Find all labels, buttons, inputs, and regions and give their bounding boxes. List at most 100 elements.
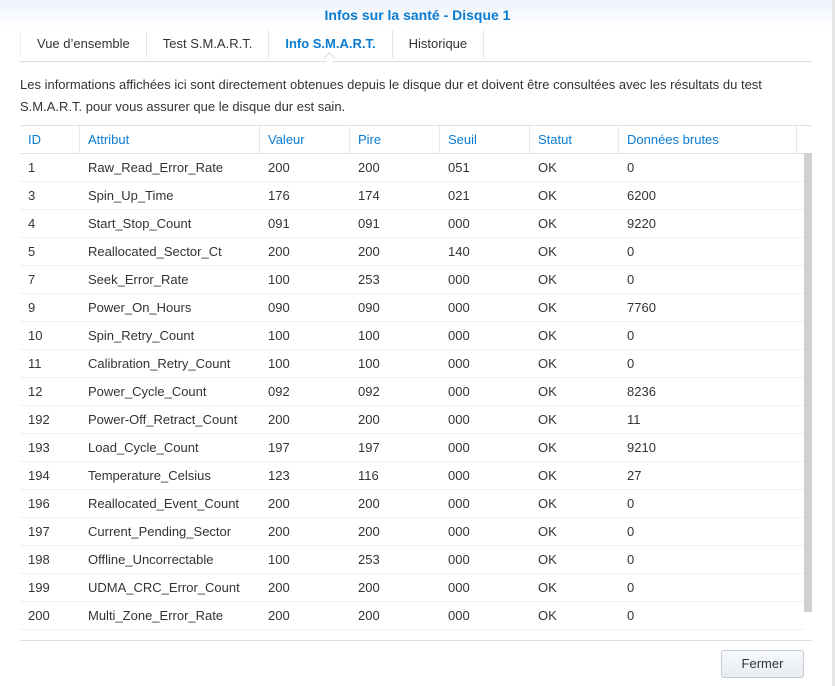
table-cell: 140 — [448, 244, 470, 259]
table-row[interactable]: 198 Offline_Uncorrectable 100 253 000 OK 0 — [20, 546, 804, 574]
column-header[interactable]: Statut — [530, 126, 619, 153]
table-cell: 9 — [28, 300, 36, 315]
table-cell: 196 — [28, 496, 50, 511]
table-cell: Load_Cycle_Count — [88, 440, 199, 455]
tab-history[interactable]: Historique — [393, 30, 485, 58]
table-cell: 000 — [448, 440, 470, 455]
table-row[interactable]: 1 Raw_Read_Error_Rate 200 200 051 OK 0 — [20, 154, 804, 182]
table-row[interactable]: 196 Reallocated_Event_Count 200 200 000 OK 0 — [20, 490, 804, 518]
table-cell: 000 — [448, 328, 470, 343]
table-cell: 000 — [448, 300, 470, 315]
table-cell: 100 — [268, 272, 290, 287]
table-cell: 197 — [358, 440, 380, 455]
table-cell: 091 — [358, 216, 380, 231]
table-row[interactable]: 5 Reallocated_Sector_Ct 200 200 140 OK 0 — [20, 238, 804, 266]
table-cell: 0 — [627, 328, 635, 343]
table-cell: Reallocated_Event_Count — [88, 496, 240, 511]
table-cell: OK — [538, 384, 557, 399]
table-cell: 051 — [448, 160, 470, 175]
table-cell: 200 — [268, 496, 290, 511]
table-cell: 000 — [448, 384, 470, 399]
table-row[interactable]: 3 Spin_Up_Time 176 174 021 OK 6200 — [20, 182, 804, 210]
table-cell: 000 — [448, 412, 470, 427]
scrollbar[interactable] — [804, 153, 812, 612]
table-row[interactable]: 7 Seek_Error_Rate 100 253 000 OK 0 — [20, 266, 804, 294]
table-cell: OK — [538, 356, 557, 371]
table-cell: 200 — [268, 244, 290, 259]
table-cell: 000 — [448, 580, 470, 595]
table-cell: 7 — [28, 272, 36, 287]
table-cell: OK — [538, 300, 557, 315]
table-cell: 000 — [448, 216, 470, 231]
table-cell: 197 — [268, 440, 290, 455]
column-header[interactable]: Valeur — [260, 126, 350, 153]
column-header[interactable]: Seuil — [440, 126, 530, 153]
table-cell: 253 — [358, 272, 380, 287]
table-cell: Multi_Zone_Error_Rate — [88, 608, 224, 623]
column-header[interactable]: Pire — [350, 126, 440, 153]
table-cell: 9210 — [627, 440, 656, 455]
table-cell: 091 — [268, 216, 290, 231]
table-row[interactable]: 194 Temperature_Celsius 123 116 000 OK 27 — [20, 462, 804, 490]
tab-overview[interactable]: Vue d’ensemble — [20, 30, 147, 58]
table-cell: Start_Stop_Count — [88, 216, 192, 231]
table-cell: 5 — [28, 244, 36, 259]
table-row[interactable]: 10 Spin_Retry_Count 100 100 000 OK 0 — [20, 322, 804, 350]
table-row[interactable]: 12 Power_Cycle_Count 092 092 000 OK 8236 — [20, 378, 804, 406]
table-cell: 0 — [627, 496, 635, 511]
table-cell: Power_Cycle_Count — [88, 384, 207, 399]
table-cell: 194 — [28, 468, 50, 483]
table-cell: 000 — [448, 524, 470, 539]
tab-smart-test[interactable]: Test S.M.A.R.T. — [147, 30, 270, 58]
table-row[interactable]: 9 Power_On_Hours 090 090 000 OK 7760 — [20, 294, 804, 322]
table-cell: Current_Pending_Sector — [88, 524, 232, 539]
table-cell: 253 — [358, 552, 380, 567]
table-cell: 0 — [627, 356, 635, 371]
table-row[interactable]: 193 Load_Cycle_Count 197 197 000 OK 9210 — [20, 434, 804, 462]
footer-divider — [20, 640, 812, 641]
table-row[interactable]: 199 UDMA_CRC_Error_Count 200 200 000 OK 0 — [20, 574, 804, 602]
table-cell: 200 — [268, 524, 290, 539]
table-cell: Power_On_Hours — [88, 300, 192, 315]
table-cell: OK — [538, 412, 557, 427]
table-cell: 200 — [358, 608, 380, 623]
table-cell: 0 — [627, 272, 635, 287]
table-cell: Spin_Up_Time — [88, 188, 174, 203]
table-cell: Spin_Retry_Count — [88, 328, 195, 343]
table-cell: 100 — [268, 328, 290, 343]
table-row[interactable]: 4 Start_Stop_Count 091 091 000 OK 9220 — [20, 210, 804, 238]
column-header[interactable]: ID — [20, 126, 80, 153]
table-cell: 199 — [28, 580, 50, 595]
table-body: 1 Raw_Read_Error_Rate 200 200 051 OK 0 3 Spin_Up… — [20, 154, 804, 642]
table-cell: 0 — [627, 160, 635, 175]
table-row[interactable]: 200 Multi_Zone_Error_Rate 200 200 000 OK 0 — [20, 602, 804, 630]
table-cell: 200 — [358, 496, 380, 511]
table-row[interactable]: 192 Power-Off_Retract_Count 200 200 000 OK 11 — [20, 406, 804, 434]
table-cell: Calibration_Retry_Count — [88, 356, 231, 371]
table-cell: 6200 — [627, 188, 656, 203]
table-cell: 000 — [448, 552, 470, 567]
table-cell: 092 — [268, 384, 290, 399]
table-row[interactable]: 197 Current_Pending_Sector 200 200 000 OK 0 — [20, 518, 804, 546]
table-cell: 200 — [358, 524, 380, 539]
dialog-title: Infos sur la santé - Disque 1 — [0, 0, 835, 30]
table-cell: 11 — [627, 412, 641, 427]
column-header[interactable]: Attribut — [80, 126, 260, 153]
table-cell: OK — [538, 160, 557, 175]
table-cell: 12 — [28, 384, 43, 399]
table-cell: 123 — [268, 468, 290, 483]
table-cell: 000 — [448, 496, 470, 511]
table-cell: 100 — [358, 356, 380, 371]
table-cell: 193 — [28, 440, 50, 455]
table-cell: 092 — [358, 384, 380, 399]
table-cell: 200 — [358, 580, 380, 595]
table-cell: 090 — [358, 300, 380, 315]
close-button[interactable]: Fermer — [721, 650, 804, 678]
table-row[interactable]: 11 Calibration_Retry_Count 100 100 000 OK 0 — [20, 350, 804, 378]
tab-smart-info[interactable]: Info S.M.A.R.T. — [269, 30, 393, 58]
table-cell: OK — [538, 496, 557, 511]
column-header[interactable]: Données brutes — [619, 126, 797, 153]
table-cell: 200 — [268, 160, 290, 175]
table-cell: OK — [538, 468, 557, 483]
table-cell: 000 — [448, 356, 470, 371]
